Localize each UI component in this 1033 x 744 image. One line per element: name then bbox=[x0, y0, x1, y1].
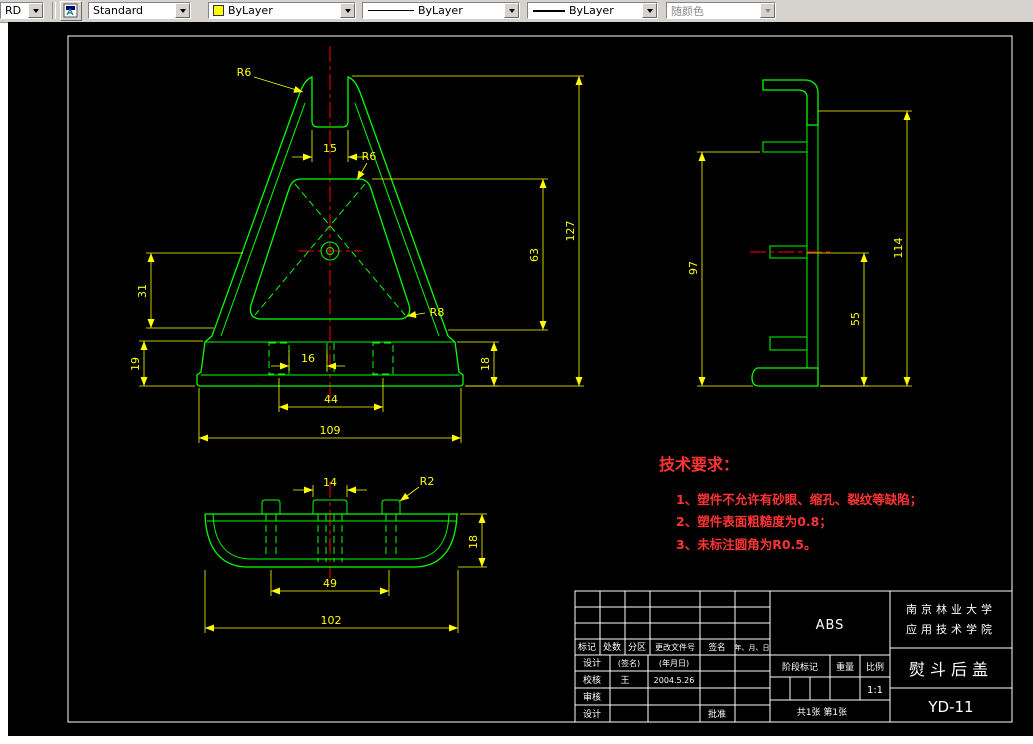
current-color-swatch bbox=[213, 5, 224, 16]
drawing-canvas[interactable]: 15 R6 R6 127 63 31 19 16 18 44 109 R8 97… bbox=[8, 22, 1033, 736]
plotstyle-value: 随颜色 bbox=[671, 4, 704, 18]
linetype-control-value: ByLayer bbox=[418, 4, 463, 17]
plotstyle-dropdown-icon bbox=[760, 3, 775, 18]
style-manager-icon bbox=[63, 3, 78, 18]
material-cell: ABS bbox=[816, 618, 845, 633]
bottom-geometry bbox=[204, 499, 458, 568]
tech-requirements-title: 技术要求： bbox=[659, 455, 739, 474]
dim-overall-height: 127 bbox=[564, 221, 577, 242]
weight-label: 重量 bbox=[836, 661, 854, 673]
tech-requirement-2: 2、塑件表面粗糙度为0.8； bbox=[676, 514, 832, 529]
side-view: 97 114 55 bbox=[687, 79, 912, 387]
hidden-boss-left bbox=[268, 342, 290, 375]
organization-line2: 应用技术学院 bbox=[906, 622, 996, 636]
front-view: 15 R6 R6 127 63 31 19 16 18 44 109 R8 bbox=[129, 46, 584, 443]
layer-control-value: RD bbox=[5, 4, 22, 17]
dim-fillet-top: R6 bbox=[237, 66, 252, 79]
drawing-viewport[interactable]: 15 R6 R6 127 63 31 19 16 18 44 109 R8 97… bbox=[8, 22, 1033, 736]
check-sign: 王 bbox=[620, 675, 629, 686]
top-toolbar: RD Standard ByLayer ByLayer ByLayer 随颜色 bbox=[0, 0, 1033, 23]
bottom-view: 14 R2 49 18 102 bbox=[204, 475, 487, 633]
dim-wall-height: 31 bbox=[136, 284, 149, 298]
dim-side-overall-height: 114 bbox=[892, 238, 905, 259]
drawing-number: YD-11 bbox=[927, 698, 973, 716]
dim-boss-gap: 16 bbox=[301, 352, 315, 365]
layer-control-dropdown-icon[interactable] bbox=[28, 3, 43, 18]
dim-fillet-pocket: R6 bbox=[362, 150, 377, 163]
dim-slot-width: 15 bbox=[323, 142, 337, 155]
check-label: 校核 bbox=[583, 674, 601, 686]
side-geometry bbox=[751, 79, 819, 387]
organization-line1: 南京林业大学 bbox=[906, 602, 996, 616]
toolbar-separator bbox=[52, 2, 56, 19]
dim-overall-width: 109 bbox=[320, 424, 341, 437]
dim-side-inner-height: 97 bbox=[687, 261, 700, 275]
bylayer-linetype-glyph bbox=[368, 10, 414, 11]
linetype-dropdown-icon[interactable] bbox=[504, 3, 519, 18]
header-change-doc: 更改文件号 bbox=[655, 642, 695, 652]
tech-requirements: 技术要求： 1、塑件不允许有砂眼、缩孔、裂纹等缺陷； 2、塑件表面粗糙度为0.8… bbox=[659, 455, 922, 552]
design-sign: (签名) bbox=[618, 658, 640, 668]
lineweight-control-value: ByLayer bbox=[569, 4, 614, 17]
dim-bottom-fillet: R2 bbox=[420, 475, 435, 488]
lineweight-control[interactable]: ByLayer bbox=[527, 2, 658, 19]
text-style-value: Standard bbox=[93, 4, 144, 17]
lineweight-dropdown-icon[interactable] bbox=[642, 3, 657, 18]
part-name: 熨斗后盖 bbox=[909, 660, 993, 679]
dim-bottom-slot-width: 14 bbox=[323, 476, 337, 489]
drawing-frame bbox=[67, 35, 1013, 723]
audit-label: 审核 bbox=[583, 691, 601, 703]
dim-pocket-height: 63 bbox=[528, 248, 541, 262]
plotstyle-control: 随颜色 bbox=[666, 2, 776, 19]
dim-rib-spacing: 49 bbox=[323, 577, 337, 590]
dim-boss-spacing: 44 bbox=[324, 393, 338, 406]
header-sign: 签名 bbox=[708, 642, 725, 653]
side-boss-lower bbox=[769, 336, 808, 351]
color-control[interactable]: ByLayer bbox=[208, 2, 356, 19]
tech-requirement-1: 1、塑件不允许有砂眼、缩孔、裂纹等缺陷； bbox=[676, 492, 922, 507]
dim-rim-depth: 18 bbox=[467, 535, 480, 549]
title-block: ABS 南京林业大学 应用技术学院 熨斗后盖 YD-11 阶段标记 重量 比例 … bbox=[574, 590, 1013, 723]
text-style-control[interactable]: Standard bbox=[88, 2, 191, 19]
bylayer-lineweight-glyph bbox=[533, 9, 565, 12]
scale-label: 比例 bbox=[866, 661, 884, 673]
style-manager-button[interactable] bbox=[60, 1, 82, 21]
tech-requirement-3: 3、未标注圆角为R0.5。 bbox=[676, 537, 816, 552]
color-control-value: ByLayer bbox=[228, 4, 273, 17]
check-date: 2004.5.26 bbox=[654, 676, 695, 685]
dim-side-boss-height: 55 bbox=[849, 312, 862, 326]
header-zone: 分区 bbox=[628, 642, 646, 653]
header-mark: 标记 bbox=[578, 641, 596, 653]
dim-bottom-overall-width: 102 bbox=[321, 614, 342, 627]
layer-control[interactable]: RD bbox=[0, 2, 44, 19]
hidden-boss-right bbox=[372, 342, 394, 375]
approve-label: 批准 bbox=[708, 708, 726, 720]
linetype-control[interactable]: ByLayer bbox=[362, 2, 520, 19]
text-style-dropdown-icon[interactable] bbox=[175, 3, 190, 18]
stage-mark-label: 阶段标记 bbox=[782, 661, 818, 673]
header-count: 处数 bbox=[603, 641, 621, 653]
design-date: (年月日) bbox=[659, 658, 689, 668]
design-label: 设计 bbox=[583, 657, 601, 669]
sheet-info: 共1张 第1张 bbox=[797, 706, 847, 718]
dim-base-height: 19 bbox=[129, 357, 142, 371]
dim-corner-fillet: R8 bbox=[430, 306, 445, 319]
bottom-design-label: 设计 bbox=[583, 708, 601, 720]
color-control-dropdown-icon[interactable] bbox=[340, 3, 355, 18]
header-date: 年、月、日 bbox=[735, 643, 770, 652]
dim-rim-height: 18 bbox=[479, 357, 492, 371]
scale-value: 1:1 bbox=[867, 685, 883, 696]
